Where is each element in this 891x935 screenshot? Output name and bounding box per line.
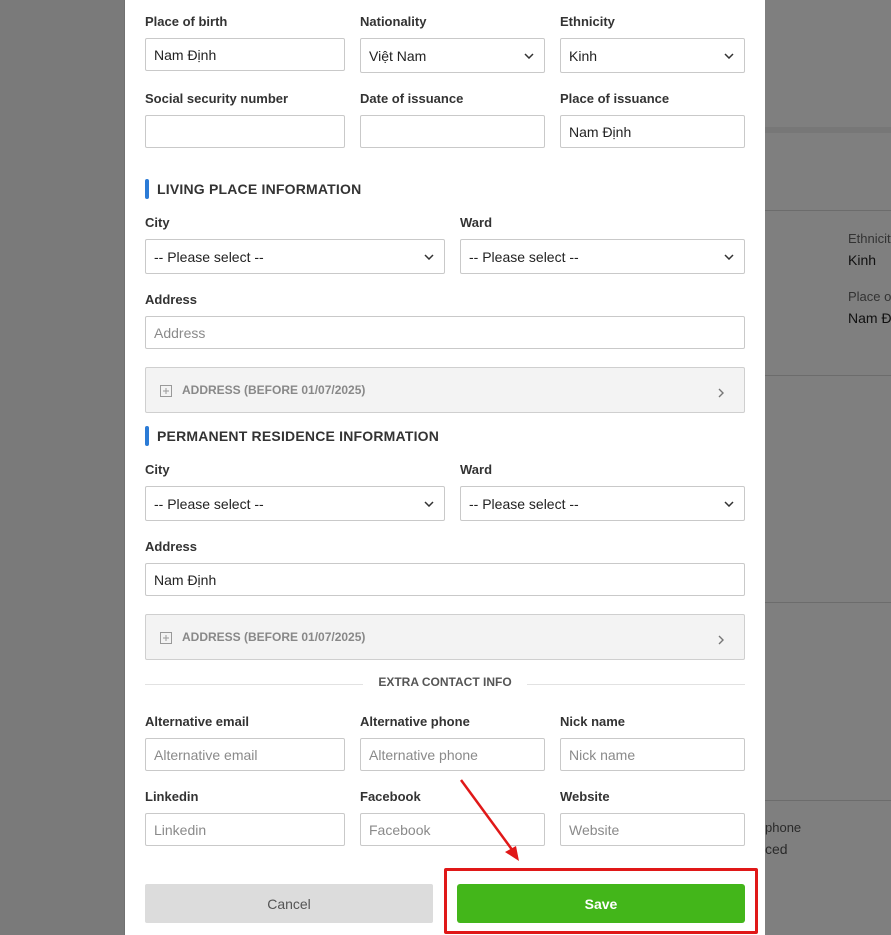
- annotation-arrow-icon: [459, 779, 519, 861]
